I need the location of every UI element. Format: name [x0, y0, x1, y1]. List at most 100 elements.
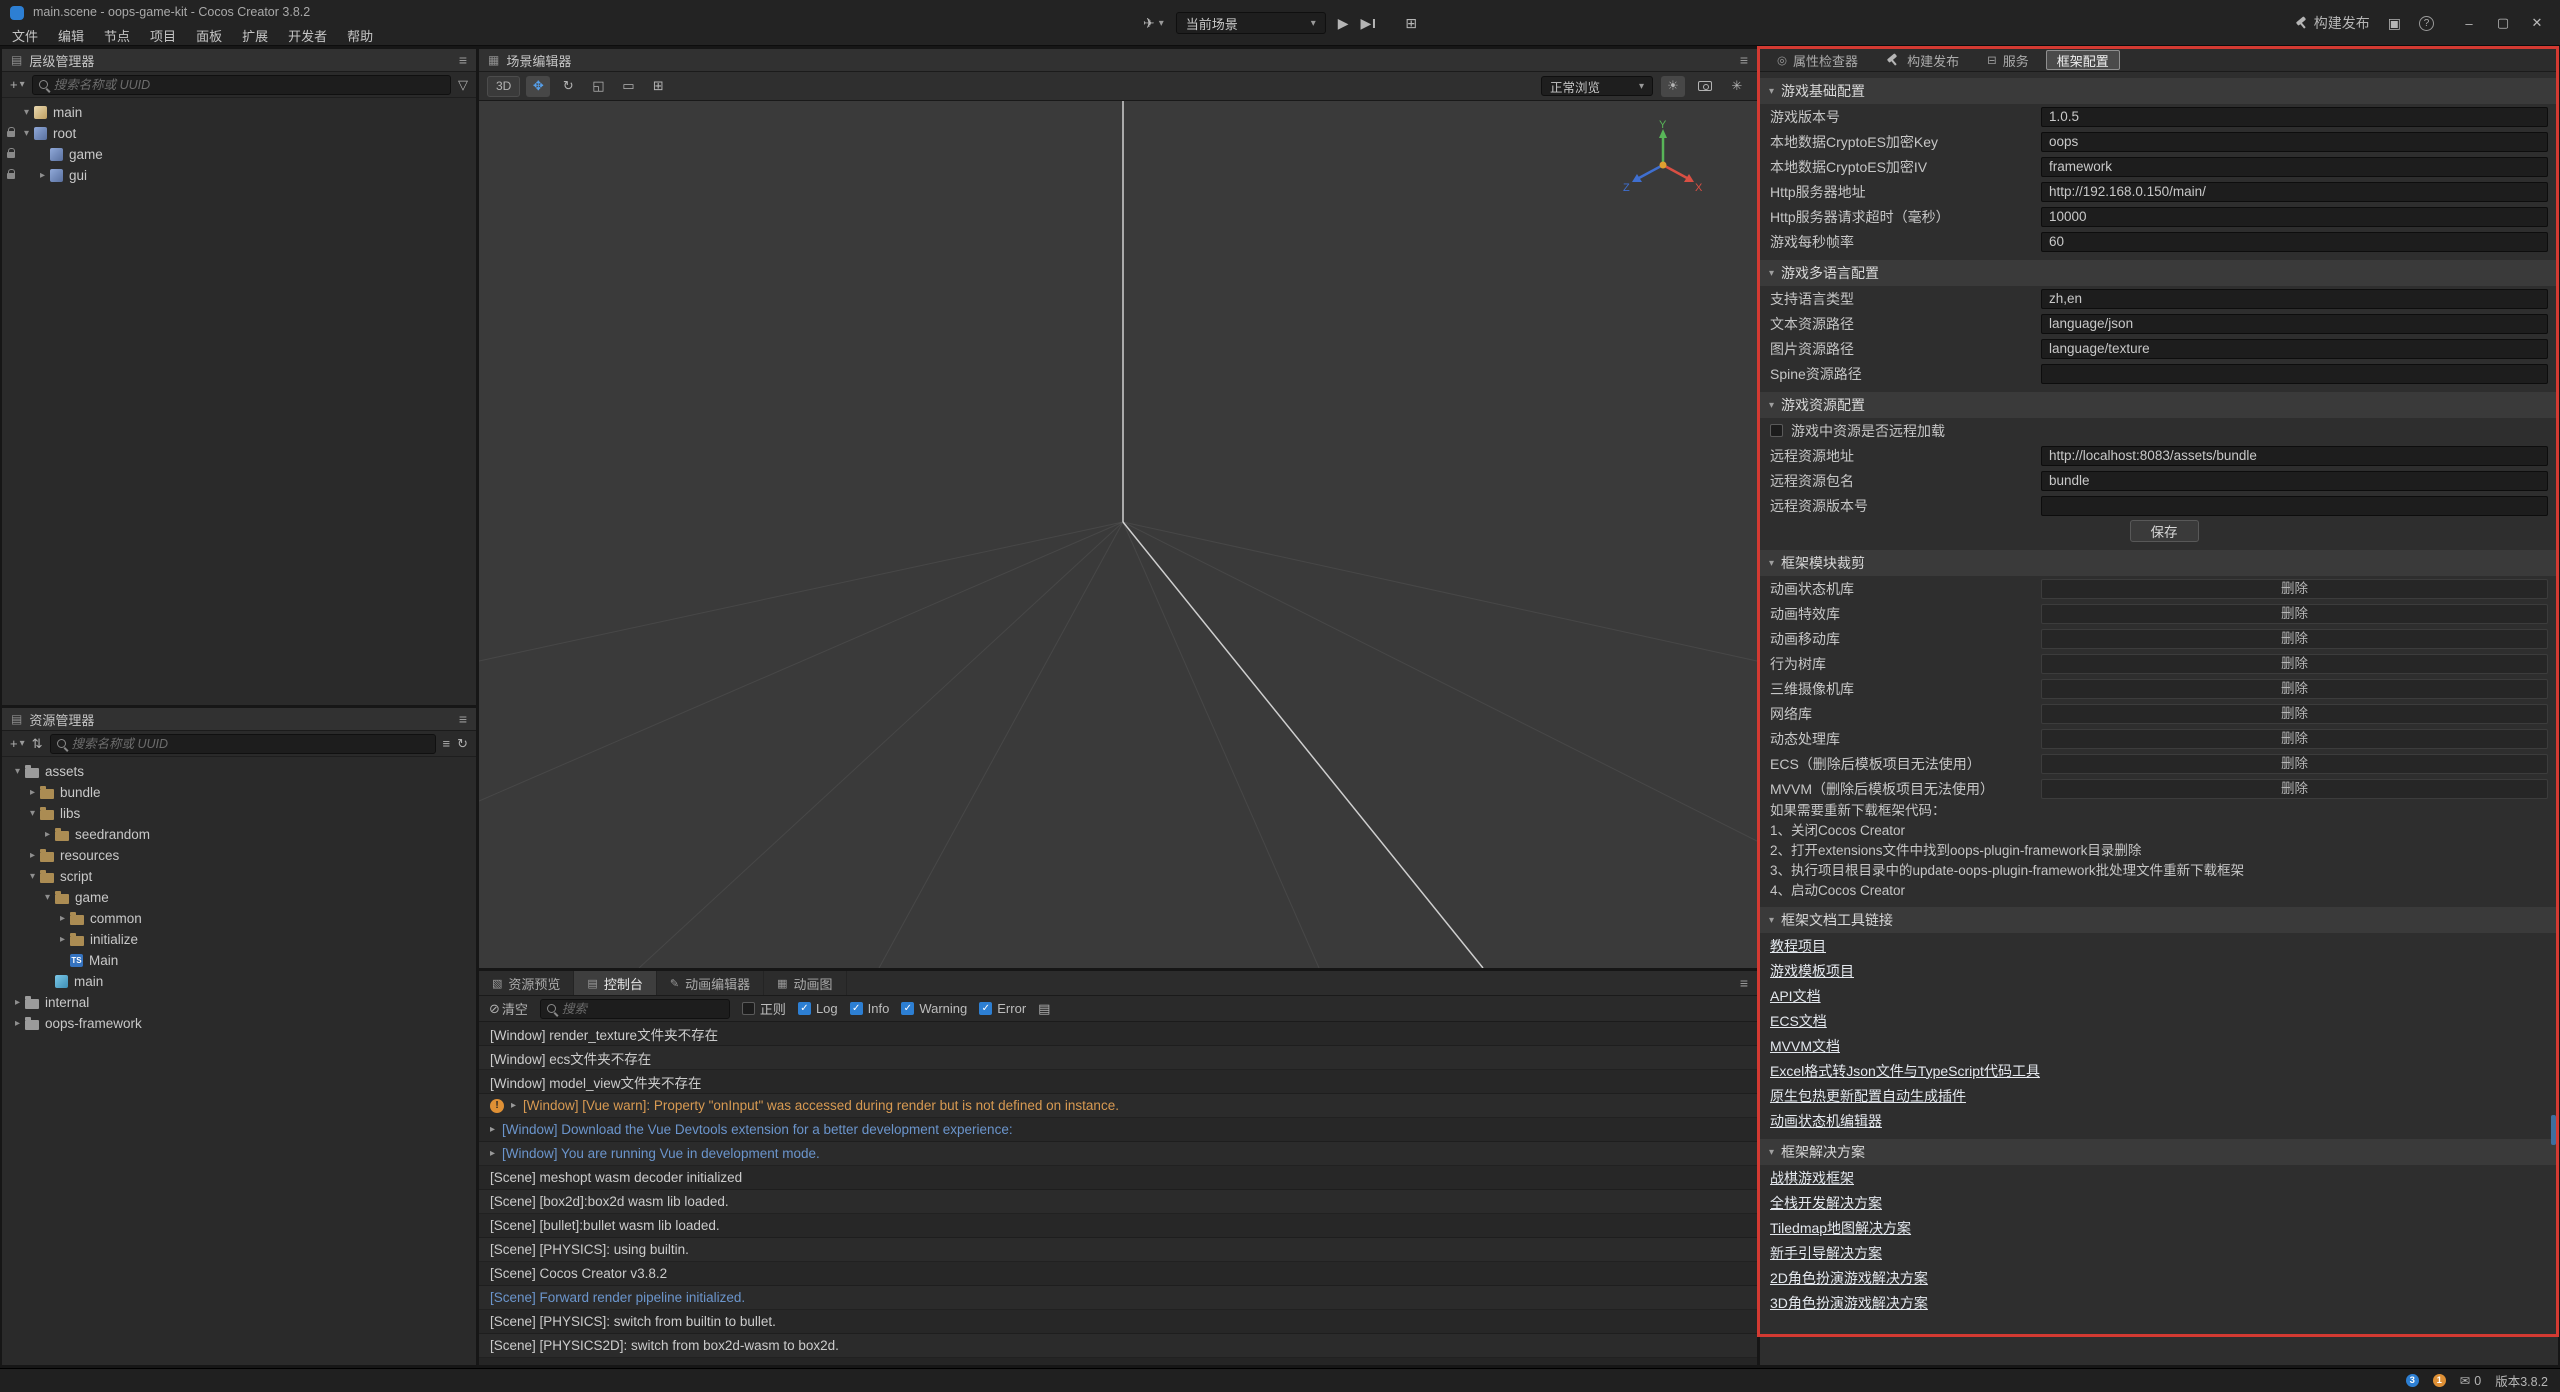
scene-settings-gear-icon[interactable]: ✳: [1725, 76, 1749, 97]
property-input[interactable]: language/json: [2041, 314, 2548, 334]
menubar-item[interactable]: 节点: [94, 26, 140, 45]
expand-arrow-icon[interactable]: ▸: [511, 1100, 516, 1111]
menubar-item[interactable]: 帮助: [337, 26, 383, 45]
assets-search-input[interactable]: [72, 737, 429, 751]
expand-arrow-icon[interactable]: ▸: [490, 1124, 495, 1135]
console-tab[interactable]: ▦动画图: [764, 971, 846, 995]
package-icon[interactable]: ▣: [2388, 15, 2401, 32]
doc-link[interactable]: 2D角色扮演游戏解决方案: [1770, 1268, 1928, 1288]
console-log-row[interactable]: [Window] ecs文件夹不存在: [479, 1046, 1757, 1070]
property-input[interactable]: 10000: [2041, 207, 2548, 227]
property-input[interactable]: http://localhost:8083/assets/bundle: [2041, 446, 2548, 466]
doc-link[interactable]: 战棋游戏框架: [1770, 1168, 1854, 1188]
hierarchy-node[interactable]: ▸gui: [2, 165, 476, 186]
report-icon[interactable]: ▤: [1038, 1001, 1050, 1017]
rect-tool-button[interactable]: ▭: [616, 76, 640, 97]
doc-link[interactable]: 教程项目: [1770, 936, 1826, 956]
refresh-icon[interactable]: ↻: [457, 736, 468, 752]
inspector-tab[interactable]: ◎属性检查器: [1766, 50, 1869, 70]
console-log-row[interactable]: [Window] render_texture文件夹不存在: [479, 1022, 1757, 1046]
expand-arrow-icon[interactable]: ▸: [10, 1018, 25, 1029]
regex-checkbox[interactable]: [742, 1002, 755, 1015]
delete-button[interactable]: 删除: [2041, 579, 2548, 599]
menubar-item[interactable]: 扩展: [232, 26, 278, 45]
create-asset-button[interactable]: + ▾: [10, 736, 25, 751]
inspector-tab[interactable]: ⊟服务: [1976, 50, 2040, 70]
close-button[interactable]: ✕: [2520, 8, 2554, 38]
console-tab[interactable]: ▤控制台: [574, 971, 656, 995]
expand-arrow-icon[interactable]: ▸: [10, 997, 25, 1008]
doc-link[interactable]: API文档: [1770, 986, 1821, 1006]
axis-gizmo[interactable]: Y X Z: [1621, 119, 1705, 203]
scrollbar-thumb[interactable]: [2551, 1115, 2556, 1145]
assets-filter-icon[interactable]: ≡: [443, 736, 451, 751]
clear-console-button[interactable]: ⊘ 清空: [489, 999, 528, 1018]
console-tab[interactable]: ▧资源预览: [479, 971, 574, 995]
hierarchy-node[interactable]: game: [2, 144, 476, 165]
create-node-button[interactable]: + ▾: [10, 77, 25, 92]
expand-arrow-icon[interactable]: ▸: [35, 170, 50, 181]
asset-node[interactable]: ▾game: [2, 887, 476, 908]
property-input[interactable]: 1.0.5: [2041, 107, 2548, 127]
expand-arrow-icon[interactable]: ▾: [40, 892, 55, 903]
asset-node[interactable]: ▸common: [2, 908, 476, 929]
remote-load-checkbox[interactable]: [1770, 424, 1783, 437]
delete-button[interactable]: 删除: [2041, 779, 2548, 799]
scene-viewport[interactable]: Y X Z: [479, 101, 1757, 968]
console-log-row[interactable]: [Window] model_view文件夹不存在: [479, 1070, 1757, 1094]
property-input[interactable]: [2041, 364, 2548, 384]
minimize-button[interactable]: –: [2452, 8, 2486, 38]
log-filter-error[interactable]: ✓Error: [979, 1001, 1026, 1016]
console-log-row[interactable]: ▸[Window] You are running Vue in develop…: [479, 1142, 1757, 1166]
layout-grid-icon[interactable]: ⊞: [1405, 15, 1417, 32]
projection-toggle-button[interactable]: 3D: [487, 76, 520, 97]
checkbox-icon[interactable]: ✓: [979, 1002, 992, 1015]
delete-button[interactable]: 删除: [2041, 654, 2548, 674]
console-search-input[interactable]: [562, 1002, 723, 1016]
delete-button[interactable]: 删除: [2041, 754, 2548, 774]
console-log-row[interactable]: [Scene] Forward render pipeline initiali…: [479, 1286, 1757, 1310]
lock-toggle[interactable]: [2, 173, 19, 179]
expand-arrow-icon[interactable]: ▸: [25, 787, 40, 798]
expand-arrow-icon[interactable]: ▸: [25, 850, 40, 861]
console-log-row[interactable]: [Scene] [PHYSICS2D]: switch from box2d-w…: [479, 1334, 1757, 1358]
asset-node[interactable]: TSMain: [2, 950, 476, 971]
menubar-item[interactable]: 面板: [186, 26, 232, 45]
expand-arrow-icon[interactable]: ▾: [25, 871, 40, 882]
section-header[interactable]: ▾游戏多语言配置: [1760, 260, 2558, 286]
checkbox-icon[interactable]: ✓: [850, 1002, 863, 1015]
lock-toggle[interactable]: [2, 152, 19, 158]
maximize-button[interactable]: ▢: [2486, 8, 2520, 38]
build-publish-button[interactable]: 构建发布: [2295, 13, 2370, 33]
property-input[interactable]: zh,en: [2041, 289, 2548, 309]
delete-button[interactable]: 删除: [2041, 604, 2548, 624]
lighting-toggle-button[interactable]: ☀: [1661, 76, 1685, 97]
info-count-badge[interactable]: 3: [2406, 1374, 2419, 1387]
expand-arrow-icon[interactable]: ▸: [490, 1148, 495, 1159]
asset-node[interactable]: ▾libs: [2, 803, 476, 824]
preview-scene-select[interactable]: 当前场景 ▾: [1176, 12, 1326, 34]
hierarchy-search[interactable]: [32, 75, 451, 95]
panel-menu-icon[interactable]: ≡: [1740, 971, 1757, 995]
console-search[interactable]: [540, 999, 730, 1019]
checkbox-icon[interactable]: ✓: [798, 1002, 811, 1015]
regex-filter[interactable]: 正则: [742, 999, 786, 1018]
expand-arrow-icon[interactable]: ▸: [40, 829, 55, 840]
property-input[interactable]: 60: [2041, 232, 2548, 252]
assets-search[interactable]: [50, 734, 436, 754]
panel-menu-icon[interactable]: ≡: [1740, 52, 1748, 68]
delete-button[interactable]: 删除: [2041, 629, 2548, 649]
console-log-row[interactable]: ▸[Window] Download the Vue Devtools exte…: [479, 1118, 1757, 1142]
delete-button[interactable]: 删除: [2041, 729, 2548, 749]
expand-arrow-icon[interactable]: ▸: [55, 934, 70, 945]
expand-arrow-icon[interactable]: ▾: [25, 808, 40, 819]
doc-link[interactable]: ECS文档: [1770, 1011, 1827, 1031]
doc-link[interactable]: Excel格式转Json文件与TypeScript代码工具: [1770, 1061, 2040, 1081]
expand-arrow-icon[interactable]: ▸: [55, 913, 70, 924]
asset-node[interactable]: ▾assets: [2, 761, 476, 782]
console-log-row[interactable]: !▸[Window] [Vue warn]: Property "onInput…: [479, 1094, 1757, 1118]
save-button[interactable]: 保存: [2130, 520, 2199, 542]
asset-node[interactable]: main: [2, 971, 476, 992]
property-input[interactable]: bundle: [2041, 471, 2548, 491]
expand-arrow-icon[interactable]: ▾: [10, 766, 25, 777]
